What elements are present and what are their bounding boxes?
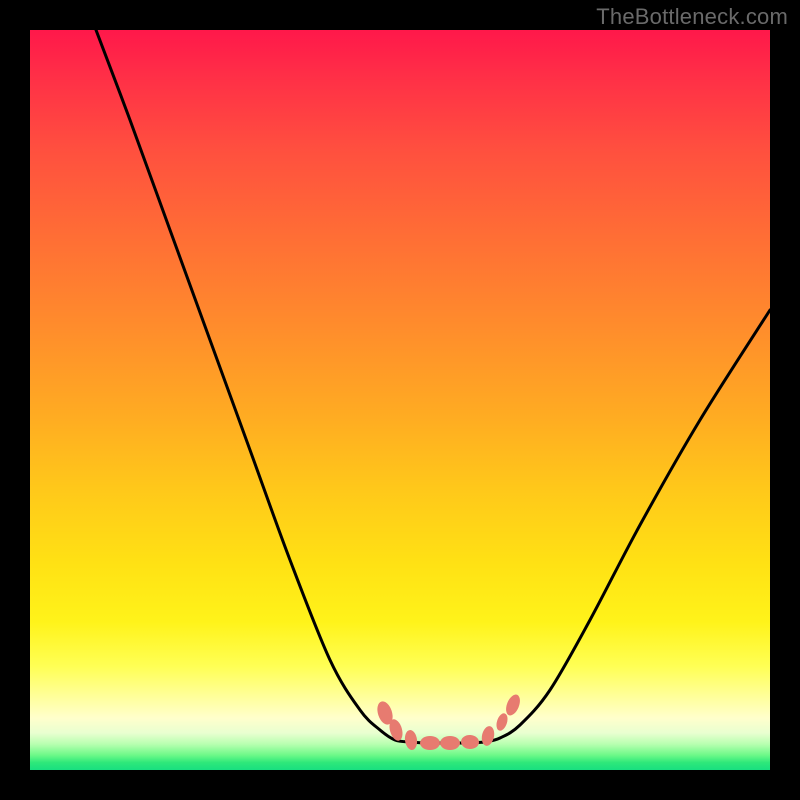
curve-layer [30,30,770,770]
trough-marker [461,735,480,750]
watermark-text: TheBottleneck.com [596,4,788,30]
trough-marker [440,736,460,750]
trough-marker [503,693,522,718]
plot-area [30,30,770,770]
chart-stage: TheBottleneck.com [0,0,800,800]
bottleneck-curve [96,30,770,743]
trough-marker [420,736,440,750]
trough-marker [494,712,509,732]
trough-marker [480,725,496,747]
trough-marker [404,729,419,750]
